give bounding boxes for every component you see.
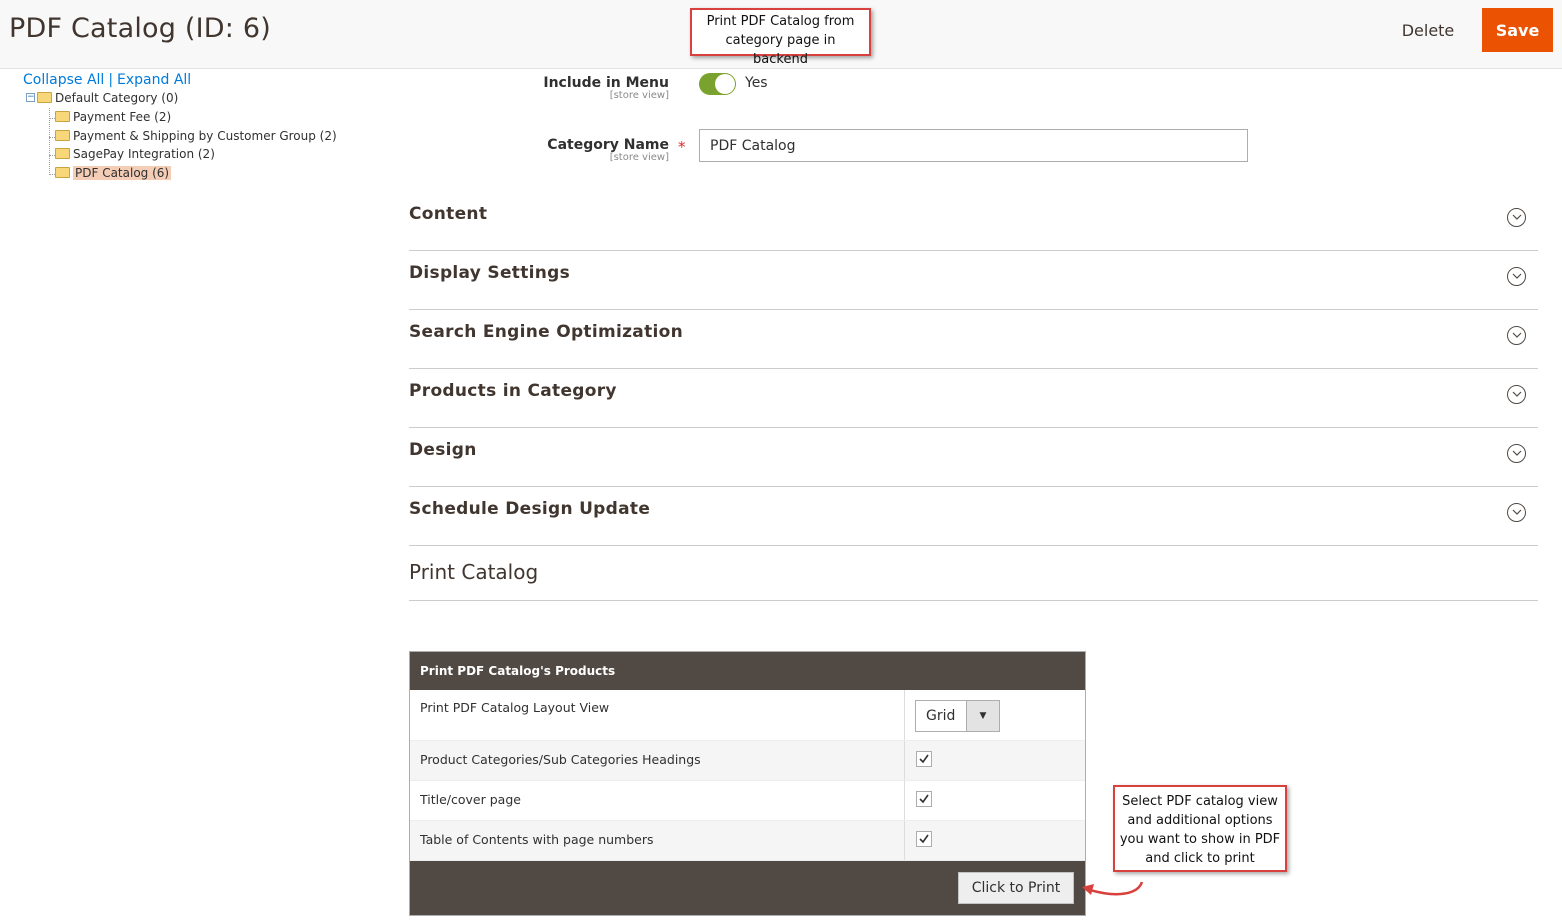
option-row: Title/cover page: [410, 781, 1085, 821]
tree-node-pdf-catalog[interactable]: PDF Catalog (6): [55, 165, 172, 182]
section-title: Design: [409, 440, 477, 460]
callout-line: category page in backend: [725, 33, 836, 67]
expand-all-link[interactable]: Expand All: [117, 72, 191, 88]
chevron-down-icon[interactable]: [1507, 444, 1526, 463]
tree-controls: Collapse All | Expand All: [23, 72, 191, 88]
field-label-text: Category Name: [547, 137, 669, 153]
click-to-print-button[interactable]: Click to Print: [958, 872, 1074, 904]
tree-controls-separator: |: [108, 72, 114, 88]
section-title: Schedule Design Update: [409, 499, 651, 519]
chevron-down-icon[interactable]: [1507, 326, 1526, 345]
option-cell: [904, 821, 932, 860]
annotation-arrow-icon: [1082, 881, 1144, 896]
option-row: Product Categories/Sub Categories Headin…: [410, 741, 1085, 781]
section-title: Display Settings: [409, 263, 571, 283]
tree-node-payment-shipping[interactable]: Payment & Shipping by Customer Group (2): [55, 128, 337, 145]
folder-icon: [37, 92, 52, 103]
section-schedule-design-update[interactable]: Schedule Design Update: [409, 487, 1538, 546]
tree-node-sagepay[interactable]: SagePay Integration (2): [55, 146, 215, 163]
chevron-down-icon[interactable]: [1507, 208, 1526, 227]
include-in-menu-toggle[interactable]: [699, 73, 736, 95]
folder-icon: [55, 167, 70, 178]
delete-button[interactable]: Delete: [1385, 8, 1471, 52]
print-catalog-panel: Print PDF Catalog's Products Print PDF C…: [409, 651, 1086, 916]
headings-checkbox[interactable]: [916, 751, 932, 767]
field-label-text: Include in Menu: [543, 75, 669, 91]
category-name-input[interactable]: [699, 129, 1248, 162]
save-button[interactable]: Save: [1482, 8, 1553, 52]
callout-line: Select PDF catalog view: [1122, 794, 1278, 809]
annotation-callout-top: Print PDF Catalog from category page in …: [690, 8, 871, 67]
folder-icon: [55, 148, 70, 159]
collapse-toggle-icon[interactable]: −: [26, 93, 35, 102]
section-products-in-category[interactable]: Products in Category: [409, 369, 1538, 428]
layout-view-select[interactable]: Grid ▼: [915, 700, 1000, 732]
layout-view-cell: Grid ▼: [904, 690, 1000, 740]
option-label: Product Categories/Sub Categories Headin…: [420, 752, 701, 767]
folder-icon: [55, 130, 70, 141]
section-title: Search Engine Optimization: [409, 322, 684, 342]
page-title: PDF Catalog (ID: 6): [9, 13, 271, 44]
print-panel-footer: Click to Print: [410, 861, 1085, 915]
required-marker: *: [678, 138, 686, 156]
dropdown-arrow-icon[interactable]: ▼: [966, 701, 999, 731]
category-name-label: Category Name [store view]: [500, 137, 669, 163]
tree-node-label: SagePay Integration (2): [73, 147, 215, 161]
folder-icon: [55, 111, 70, 122]
toc-checkbox[interactable]: [916, 831, 932, 847]
section-seo[interactable]: Search Engine Optimization: [409, 310, 1538, 369]
tree-node-label: PDF Catalog (6): [73, 166, 172, 180]
tree-node-default-category[interactable]: − Default Category (0): [26, 90, 178, 107]
divider: [409, 600, 1538, 601]
callout-line: and click to print: [1145, 851, 1255, 866]
select-value: Grid: [926, 708, 956, 724]
toggle-knob: [715, 74, 735, 94]
callout-line: Print PDF Catalog from: [706, 14, 855, 29]
toggle-value-label: Yes: [745, 75, 768, 91]
layout-view-label: Print PDF Catalog Layout View: [420, 700, 610, 715]
section-display-settings[interactable]: Display Settings: [409, 251, 1538, 310]
chevron-down-icon[interactable]: [1507, 267, 1526, 286]
cover-page-checkbox[interactable]: [916, 791, 932, 807]
option-label: Table of Contents with page numbers: [420, 832, 654, 847]
layout-view-row: Print PDF Catalog Layout View Grid ▼: [410, 690, 1085, 741]
chevron-down-icon[interactable]: [1507, 503, 1526, 522]
scope-label: [store view]: [609, 152, 669, 163]
callout-line: you want to show in PDF: [1119, 832, 1281, 847]
collapse-all-link[interactable]: Collapse All: [23, 72, 104, 88]
section-design[interactable]: Design: [409, 428, 1538, 487]
option-cell: [904, 741, 932, 780]
tree-node-label: Payment Fee (2): [73, 110, 172, 124]
annotation-callout-bottom: Select PDF catalog view and additional o…: [1113, 785, 1287, 872]
tree-node-payment-fee[interactable]: Payment Fee (2): [55, 109, 171, 126]
chevron-down-icon[interactable]: [1507, 385, 1526, 404]
print-panel-header: Print PDF Catalog's Products: [410, 652, 1085, 690]
option-label: Title/cover page: [420, 792, 521, 807]
include-in-menu-label: Include in Menu [store view]: [500, 75, 669, 101]
callout-line: and additional options: [1127, 813, 1273, 828]
scope-label: [store view]: [609, 90, 669, 101]
option-row: Table of Contents with page numbers: [410, 821, 1085, 861]
option-cell: [904, 781, 932, 820]
section-title: Content: [409, 204, 488, 224]
tree-node-label: Default Category (0): [55, 91, 179, 105]
section-title: Products in Category: [409, 381, 617, 401]
print-catalog-title: Print Catalog: [409, 560, 539, 584]
section-content[interactable]: Content: [409, 192, 1538, 251]
tree-node-label: Payment & Shipping by Customer Group (2): [73, 129, 337, 143]
